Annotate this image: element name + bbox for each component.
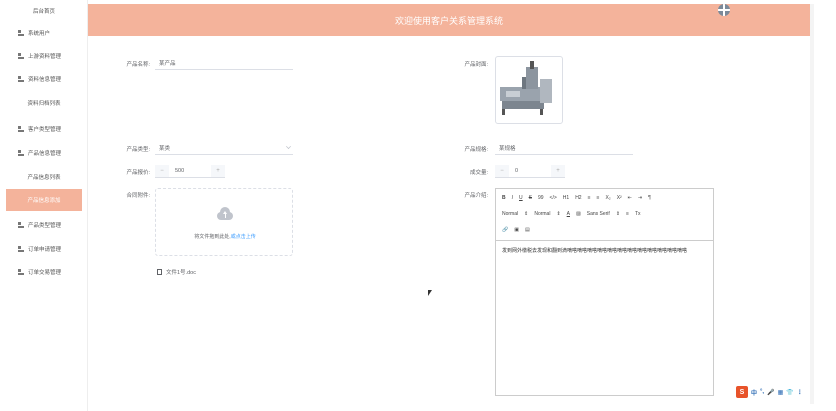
sidebar-item-product-list[interactable]: 产品信息列表 [0, 166, 88, 188]
size-select-arrow-icon: ⇕ [524, 211, 529, 217]
deal-value: 0 [515, 167, 519, 174]
file-upload-dropzone[interactable]: 将文件拖到此处,或点击上传 [155, 188, 293, 256]
sidebar-item-material-archive[interactable]: 资料归档列表 [0, 92, 88, 114]
sidebar-item-customer-type[interactable]: 客户类型管理 [0, 118, 88, 140]
grid-icon [18, 246, 24, 252]
mouse-cursor-icon [428, 290, 432, 296]
grid-icon [18, 150, 24, 156]
grid-icon [18, 126, 24, 132]
editor-content[interactable]: 发到网外缴税去发现和翻到滴嘀嗒嘀嗒嘀嗒嘀嗒嘀嗒嘀嗒嘀嗒嘀嗒嘀嗒嘀嗒嘀嗒嘀嗒 [502, 247, 687, 254]
plus-icon[interactable]: + [551, 164, 565, 177]
bullet-list-button[interactable]: ≡ [597, 195, 600, 201]
sidebar-item-product-info[interactable]: 产品信息管理 [0, 142, 88, 164]
price-value: 500 [175, 167, 185, 174]
sidebar-item-material-info[interactable]: 资料信息管理 [0, 68, 88, 90]
ime-toolbar[interactable]: S 中 °, 🎤 ▦ 👕 ⋮ [736, 386, 803, 398]
rich-text-editor[interactable]: B I U S 99 </> H1 H2 ≡ ≡ X₂ X² ⇤ ⇥ ¶ Nor… [495, 188, 714, 396]
chevron-down-icon [286, 144, 291, 149]
ordered-list-button[interactable]: ≡ [588, 195, 591, 201]
header-select-arrow-icon: ⇕ [556, 211, 561, 217]
toolbar-row-2: Normal ⇕ Normal ⇕ A ▨ Sans Serif ⇕ ≡ Tx [502, 211, 641, 217]
grid-icon [18, 76, 24, 82]
machine-image [500, 61, 552, 115]
editor-toolbar: B I U S 99 </> H1 H2 ≡ ≡ X₂ X² ⇤ ⇥ ¶ Nor… [496, 189, 713, 241]
sidebar-item-product-add[interactable]: 产品信息添加 [6, 189, 82, 211]
ime-chinese-mode[interactable]: 中 [751, 388, 757, 397]
product-spec-input[interactable]: 某规格 [495, 141, 633, 155]
video-icon[interactable]: ▤ [525, 227, 530, 233]
italic-button[interactable]: I [512, 195, 513, 201]
sidebar-item-order-apply[interactable]: 订单申请管理 [0, 238, 88, 260]
align-button[interactable]: ≡ [626, 211, 629, 217]
h2-button[interactable]: H2 [575, 195, 581, 201]
text-direction-button[interactable]: ¶ [648, 195, 651, 201]
link-icon[interactable]: 🔗 [502, 227, 508, 233]
sidebar-item-home[interactable]: 后台首页 [0, 0, 88, 22]
product-name-label: 产品名称: [126, 62, 150, 68]
microphone-icon[interactable]: 🎤 [767, 389, 774, 396]
sidebar-item-order-trade[interactable]: 订单交易管理 [0, 261, 88, 283]
sidebar-item-upstream[interactable]: 上游资料管理 [0, 45, 88, 67]
deal-volume-label: 成交量: [469, 170, 488, 176]
product-cover-image[interactable] [495, 56, 563, 124]
size-select[interactable]: Normal [502, 211, 518, 217]
grid-icon [18, 53, 24, 59]
price-stepper[interactable]: − 500 + [155, 164, 225, 178]
avatar[interactable] [718, 4, 730, 16]
product-type-select[interactable]: 某类 [155, 141, 293, 155]
grid-icon [18, 222, 24, 228]
plus-icon[interactable]: + [211, 164, 225, 177]
product-intro-label: 产品介绍: [464, 193, 488, 199]
toolbar-row-1: B I U S 99 </> H1 H2 ≡ ≡ X₂ X² ⇤ ⇥ ¶ [502, 195, 651, 201]
product-cover-label: 产品封面: [464, 62, 488, 68]
uploaded-file[interactable]: 文件1号.doc [157, 268, 196, 276]
document-icon [157, 269, 162, 275]
header-select[interactable]: Normal [534, 211, 550, 217]
code-button[interactable]: </> [550, 195, 557, 201]
strike-button[interactable]: S [529, 195, 532, 201]
file-name: 文件1号.doc [166, 270, 196, 276]
quote-button[interactable]: 99 [538, 195, 544, 201]
font-select[interactable]: Sans Serif [587, 211, 610, 217]
keyboard-icon[interactable]: ▦ [778, 389, 784, 396]
ime-punctuation[interactable]: °, [760, 389, 764, 395]
skin-icon[interactable]: 👕 [786, 389, 793, 396]
more-icon[interactable]: ⋮ [797, 389, 803, 396]
upload-hint: 将文件拖到此处,或点击上传 [194, 234, 256, 240]
deal-stepper[interactable]: − 0 + [495, 164, 565, 178]
sidebar-item-product-type[interactable]: 产品类型管理 [0, 214, 88, 236]
upload-link[interactable]: 或点击上传 [231, 234, 256, 240]
font-color-button[interactable]: A [567, 211, 570, 217]
product-type-label: 产品类型: [126, 147, 150, 153]
minus-icon[interactable]: − [495, 164, 509, 177]
grid-icon [18, 269, 24, 275]
underline-button[interactable]: U [519, 195, 523, 201]
clear-format-button[interactable]: Tx [635, 211, 641, 217]
page-title: 欢迎使用客户关系管理系统 [394, 15, 503, 26]
bold-button[interactable]: B [502, 195, 506, 201]
indent-button[interactable]: ⇥ [638, 195, 642, 201]
product-spec-label: 产品规格: [464, 147, 488, 153]
sogou-logo-icon[interactable]: S [736, 386, 748, 398]
product-type-value: 某类 [159, 145, 171, 152]
background-color-button[interactable]: ▨ [576, 211, 581, 217]
minus-icon[interactable]: − [155, 164, 169, 177]
sidebar: 后台首页 系统用户 上游资料管理 资料信息管理 资料归档列表 客户类型管理 产品… [0, 0, 88, 411]
subscript-button[interactable]: X₂ [605, 195, 610, 201]
upload-cloud-icon [215, 207, 235, 220]
contract-attachment-label: 合同附件: [126, 193, 150, 199]
scrollbar[interactable] [810, 4, 814, 404]
image-icon[interactable]: ▣ [514, 227, 519, 233]
grid-icon [18, 30, 24, 36]
h1-button[interactable]: H1 [563, 195, 569, 201]
toolbar-row-3: 🔗 ▣ ▤ [502, 227, 530, 233]
font-select-arrow-icon: ⇕ [615, 211, 621, 217]
header-bar: 欢迎使用客户关系管理系统 [88, 4, 810, 36]
superscript-button[interactable]: X² [617, 195, 622, 201]
product-price-label: 产品报价: [126, 170, 150, 176]
product-name-input[interactable]: 某产品 [155, 56, 293, 70]
sidebar-item-system-users[interactable]: 系统用户 [0, 22, 88, 44]
outdent-button[interactable]: ⇤ [628, 195, 632, 201]
